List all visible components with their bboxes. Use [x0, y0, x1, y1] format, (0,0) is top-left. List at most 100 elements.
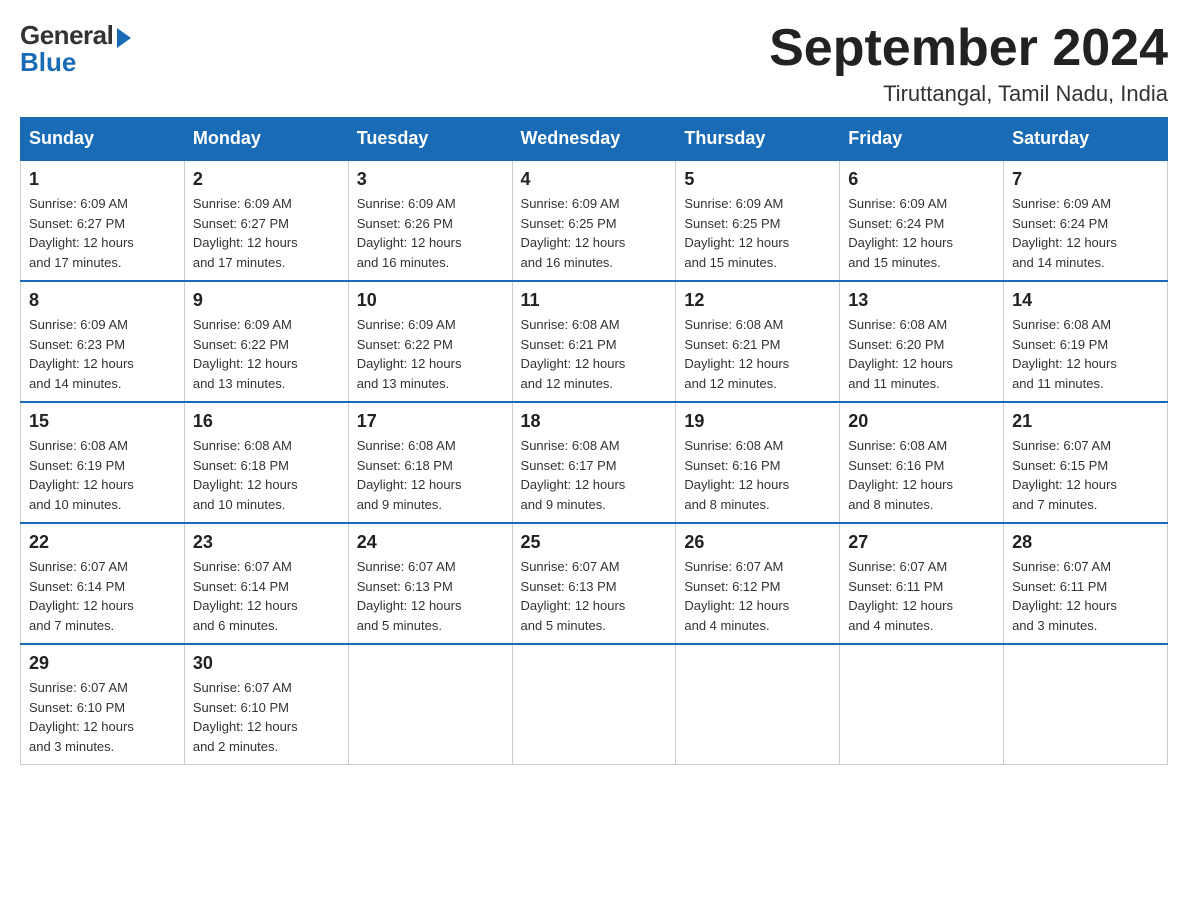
day-info: Sunrise: 6:08 AMSunset: 6:20 PMDaylight:…	[848, 315, 995, 393]
day-number: 28	[1012, 532, 1159, 553]
day-number: 19	[684, 411, 831, 432]
calendar-day-cell: 23 Sunrise: 6:07 AMSunset: 6:14 PMDayligh…	[184, 523, 348, 644]
page-header: General Blue September 2024 Tiruttangal,…	[20, 20, 1168, 107]
calendar-day-cell: 7 Sunrise: 6:09 AMSunset: 6:24 PMDaylight…	[1004, 160, 1168, 281]
day-info: Sunrise: 6:09 AMSunset: 6:27 PMDaylight:…	[193, 194, 340, 272]
calendar-day-cell	[348, 644, 512, 765]
day-info: Sunrise: 6:08 AMSunset: 6:19 PMDaylight:…	[1012, 315, 1159, 393]
day-info: Sunrise: 6:09 AMSunset: 6:23 PMDaylight:…	[29, 315, 176, 393]
weekday-header-sunday: Sunday	[21, 118, 185, 161]
calendar-day-cell: 30 Sunrise: 6:07 AMSunset: 6:10 PMDayligh…	[184, 644, 348, 765]
calendar-day-cell: 22 Sunrise: 6:07 AMSunset: 6:14 PMDayligh…	[21, 523, 185, 644]
day-number: 14	[1012, 290, 1159, 311]
day-number: 27	[848, 532, 995, 553]
weekday-row: SundayMondayTuesdayWednesdayThursdayFrid…	[21, 118, 1168, 161]
calendar-day-cell: 11 Sunrise: 6:08 AMSunset: 6:21 PMDayligh…	[512, 281, 676, 402]
day-number: 21	[1012, 411, 1159, 432]
calendar-subtitle: Tiruttangal, Tamil Nadu, India	[769, 81, 1168, 107]
logo-blue-text: Blue	[20, 47, 76, 78]
day-number: 9	[193, 290, 340, 311]
day-info: Sunrise: 6:09 AMSunset: 6:22 PMDaylight:…	[193, 315, 340, 393]
calendar-week-row: 22 Sunrise: 6:07 AMSunset: 6:14 PMDayligh…	[21, 523, 1168, 644]
calendar-day-cell: 8 Sunrise: 6:09 AMSunset: 6:23 PMDaylight…	[21, 281, 185, 402]
calendar-day-cell: 1 Sunrise: 6:09 AMSunset: 6:27 PMDaylight…	[21, 160, 185, 281]
day-number: 11	[521, 290, 668, 311]
calendar-day-cell: 15 Sunrise: 6:08 AMSunset: 6:19 PMDayligh…	[21, 402, 185, 523]
day-info: Sunrise: 6:08 AMSunset: 6:21 PMDaylight:…	[521, 315, 668, 393]
day-number: 20	[848, 411, 995, 432]
day-number: 8	[29, 290, 176, 311]
day-info: Sunrise: 6:07 AMSunset: 6:13 PMDaylight:…	[521, 557, 668, 635]
day-info: Sunrise: 6:07 AMSunset: 6:12 PMDaylight:…	[684, 557, 831, 635]
calendar-day-cell: 25Sunrise: 6:07 AMSunset: 6:13 PMDayligh…	[512, 523, 676, 644]
day-info: Sunrise: 6:08 AMSunset: 6:16 PMDaylight:…	[848, 436, 995, 514]
day-number: 29	[29, 653, 176, 674]
day-info: Sunrise: 6:08 AMSunset: 6:21 PMDaylight:…	[684, 315, 831, 393]
day-info: Sunrise: 6:09 AMSunset: 6:24 PMDaylight:…	[1012, 194, 1159, 272]
day-number: 7	[1012, 169, 1159, 190]
calendar-day-cell: 4Sunrise: 6:09 AMSunset: 6:25 PMDaylight…	[512, 160, 676, 281]
day-info: Sunrise: 6:07 AMSunset: 6:11 PMDaylight:…	[848, 557, 995, 635]
calendar-day-cell: 20 Sunrise: 6:08 AMSunset: 6:16 PMDayligh…	[840, 402, 1004, 523]
calendar-day-cell: 2 Sunrise: 6:09 AMSunset: 6:27 PMDaylight…	[184, 160, 348, 281]
calendar-day-cell	[840, 644, 1004, 765]
calendar-day-cell: 18 Sunrise: 6:08 AMSunset: 6:17 PMDayligh…	[512, 402, 676, 523]
day-info: Sunrise: 6:07 AMSunset: 6:10 PMDaylight:…	[193, 678, 340, 756]
day-number: 5	[684, 169, 831, 190]
calendar-day-cell: 28 Sunrise: 6:07 AMSunset: 6:11 PMDayligh…	[1004, 523, 1168, 644]
day-number: 3	[357, 169, 504, 190]
day-info: Sunrise: 6:08 AMSunset: 6:17 PMDaylight:…	[521, 436, 668, 514]
calendar-day-cell: 19Sunrise: 6:08 AMSunset: 6:16 PMDayligh…	[676, 402, 840, 523]
day-number: 17	[357, 411, 504, 432]
calendar-day-cell: 17 Sunrise: 6:08 AMSunset: 6:18 PMDayligh…	[348, 402, 512, 523]
calendar-day-cell: 29 Sunrise: 6:07 AMSunset: 6:10 PMDayligh…	[21, 644, 185, 765]
title-block: September 2024 Tiruttangal, Tamil Nadu, …	[769, 20, 1168, 107]
calendar-day-cell: 3 Sunrise: 6:09 AMSunset: 6:26 PMDaylight…	[348, 160, 512, 281]
day-info: Sunrise: 6:08 AMSunset: 6:18 PMDaylight:…	[357, 436, 504, 514]
day-number: 23	[193, 532, 340, 553]
calendar-day-cell: 27 Sunrise: 6:07 AMSunset: 6:11 PMDayligh…	[840, 523, 1004, 644]
day-info: Sunrise: 6:08 AMSunset: 6:19 PMDaylight:…	[29, 436, 176, 514]
calendar-title: September 2024	[769, 20, 1168, 77]
calendar-table: SundayMondayTuesdayWednesdayThursdayFrid…	[20, 117, 1168, 765]
day-info: Sunrise: 6:08 AMSunset: 6:18 PMDaylight:…	[193, 436, 340, 514]
weekday-header-tuesday: Tuesday	[348, 118, 512, 161]
day-number: 16	[193, 411, 340, 432]
day-info: Sunrise: 6:09 AMSunset: 6:22 PMDaylight:…	[357, 315, 504, 393]
calendar-day-cell: 16 Sunrise: 6:08 AMSunset: 6:18 PMDayligh…	[184, 402, 348, 523]
day-number: 15	[29, 411, 176, 432]
day-info: Sunrise: 6:07 AMSunset: 6:14 PMDaylight:…	[29, 557, 176, 635]
calendar-week-row: 8 Sunrise: 6:09 AMSunset: 6:23 PMDaylight…	[21, 281, 1168, 402]
day-info: Sunrise: 6:09 AMSunset: 6:25 PMDaylight:…	[684, 194, 831, 272]
calendar-day-cell: 12Sunrise: 6:08 AMSunset: 6:21 PMDayligh…	[676, 281, 840, 402]
logo-arrow-icon	[117, 28, 131, 48]
day-info: Sunrise: 6:07 AMSunset: 6:13 PMDaylight:…	[357, 557, 504, 635]
calendar-day-cell: 26Sunrise: 6:07 AMSunset: 6:12 PMDayligh…	[676, 523, 840, 644]
calendar-day-cell: 6Sunrise: 6:09 AMSunset: 6:24 PMDaylight…	[840, 160, 1004, 281]
day-number: 2	[193, 169, 340, 190]
weekday-header-wednesday: Wednesday	[512, 118, 676, 161]
calendar-day-cell: 9 Sunrise: 6:09 AMSunset: 6:22 PMDaylight…	[184, 281, 348, 402]
calendar-day-cell	[1004, 644, 1168, 765]
day-info: Sunrise: 6:07 AMSunset: 6:15 PMDaylight:…	[1012, 436, 1159, 514]
calendar-day-cell: 24Sunrise: 6:07 AMSunset: 6:13 PMDayligh…	[348, 523, 512, 644]
day-info: Sunrise: 6:09 AMSunset: 6:27 PMDaylight:…	[29, 194, 176, 272]
calendar-day-cell: 10Sunrise: 6:09 AMSunset: 6:22 PMDayligh…	[348, 281, 512, 402]
day-number: 22	[29, 532, 176, 553]
day-info: Sunrise: 6:07 AMSunset: 6:14 PMDaylight:…	[193, 557, 340, 635]
calendar-week-row: 1 Sunrise: 6:09 AMSunset: 6:27 PMDaylight…	[21, 160, 1168, 281]
day-info: Sunrise: 6:09 AMSunset: 6:26 PMDaylight:…	[357, 194, 504, 272]
calendar-day-cell: 14 Sunrise: 6:08 AMSunset: 6:19 PMDayligh…	[1004, 281, 1168, 402]
day-info: Sunrise: 6:07 AMSunset: 6:10 PMDaylight:…	[29, 678, 176, 756]
day-info: Sunrise: 6:07 AMSunset: 6:11 PMDaylight:…	[1012, 557, 1159, 635]
calendar-day-cell: 5 Sunrise: 6:09 AMSunset: 6:25 PMDaylight…	[676, 160, 840, 281]
weekday-header-friday: Friday	[840, 118, 1004, 161]
day-number: 30	[193, 653, 340, 674]
calendar-body: 1 Sunrise: 6:09 AMSunset: 6:27 PMDaylight…	[21, 160, 1168, 765]
day-number: 4	[521, 169, 668, 190]
calendar-day-cell: 13Sunrise: 6:08 AMSunset: 6:20 PMDayligh…	[840, 281, 1004, 402]
day-info: Sunrise: 6:09 AMSunset: 6:24 PMDaylight:…	[848, 194, 995, 272]
day-number: 1	[29, 169, 176, 190]
calendar-day-cell: 21 Sunrise: 6:07 AMSunset: 6:15 PMDayligh…	[1004, 402, 1168, 523]
day-number: 18	[521, 411, 668, 432]
